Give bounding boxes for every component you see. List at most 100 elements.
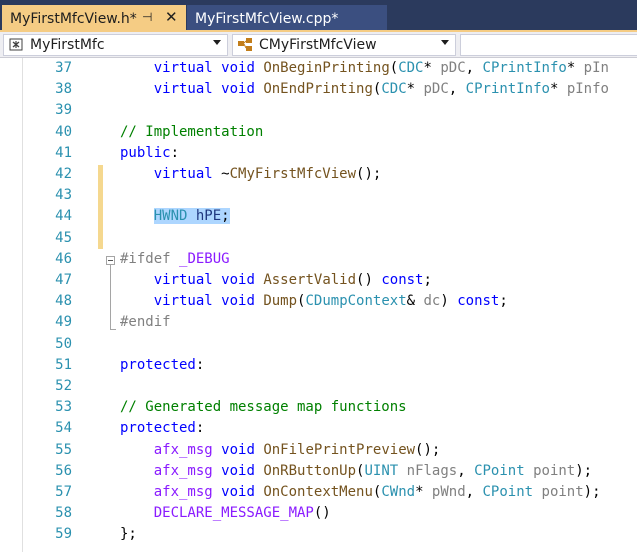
code-line[interactable]: 41 public: [0, 143, 637, 164]
code-token: CPoint [474, 462, 525, 479]
code-text: protected: [120, 355, 204, 376]
code-line[interactable]: 51 protected: [0, 355, 637, 376]
code-token: HWND [153, 208, 188, 225]
code-token: pInfo [566, 81, 609, 98]
project-icon [8, 37, 26, 53]
code-token: CDC [381, 81, 407, 98]
code-line[interactable]: 54 protected: [0, 418, 637, 439]
code-line[interactable]: 58 DECLARE_MESSAGE_MAP() [0, 503, 637, 524]
member-combo[interactable] [460, 34, 637, 56]
class-combo[interactable]: CMyFirstMfcView [232, 34, 456, 56]
line-number: 57 [55, 484, 72, 500]
code-token: void [221, 462, 255, 479]
code-token: virtual [153, 272, 213, 288]
line-number: 42 [55, 166, 72, 182]
class-combo-label: CMyFirstMfcView [259, 37, 377, 53]
code-token: afx_msg [153, 484, 213, 500]
code-token: void [221, 293, 255, 310]
pin-icon[interactable]: ⊣ [142, 10, 152, 24]
code-text: virtual void Dump(CDumpContext& dc) cons… [120, 291, 508, 312]
line-number: 48 [55, 293, 72, 310]
code-token: ; [423, 272, 432, 288]
line-number: 38 [55, 81, 72, 98]
line-number: 46 [55, 250, 72, 267]
line-number: 44 [55, 208, 72, 225]
code-line[interactable]: 55 afx_msg void OnFilePrintPreview(); [0, 440, 637, 461]
code-line[interactable]: 56 afx_msg void OnRButtonUp(UINT nFlags,… [0, 461, 637, 482]
code-text: public: [120, 143, 179, 164]
code-line[interactable]: 47 virtual void AssertValid() const; [0, 270, 637, 291]
code-token: pDC [423, 81, 449, 98]
code-text: virtual void OnBeginPrinting(CDC* pDC, C… [120, 58, 609, 79]
code-token: CWnd [381, 484, 416, 500]
tab-myfirstmfcview-h[interactable]: MyFirstMfcView.h* ⊣ ✕ [2, 5, 186, 32]
code-editor[interactable]: 37 virtual void OnBeginPrinting(CDC* pDC… [0, 58, 637, 552]
tab-myfirstmfcview-cpp[interactable]: MyFirstMfcView.cpp* [187, 5, 387, 32]
code-text: // Implementation [120, 122, 263, 143]
code-token: void [221, 272, 255, 288]
chevron-down-icon[interactable] [441, 40, 449, 45]
code-token: * [549, 81, 567, 98]
code-line[interactable]: 50 [0, 334, 637, 355]
code-line[interactable]: 52 [0, 376, 637, 397]
project-combo[interactable]: MyFirstMfc [3, 34, 228, 56]
code-token: // Generated message map functions [120, 399, 407, 416]
code-token: pDC [440, 60, 466, 76]
code-line[interactable]: 45 [0, 228, 637, 249]
code-line[interactable]: 40 // Implementation [0, 122, 637, 143]
code-token: : [195, 420, 205, 437]
code-token: ; [221, 208, 230, 225]
code-token: ( [389, 60, 399, 76]
code-token: void [221, 81, 255, 98]
code-line[interactable]: 43 [0, 185, 637, 206]
code-line[interactable]: 44 HWND hPE; [0, 206, 637, 227]
code-line[interactable]: 49 #endif [0, 312, 637, 333]
code-token: ); [583, 484, 601, 500]
code-token: void [221, 441, 255, 458]
code-token: OnEndPrinting [263, 81, 373, 98]
code-line[interactable]: 57 afx_msg void OnContextMenu(CWnd* pWnd… [0, 482, 637, 503]
code-line[interactable]: 37 virtual void OnBeginPrinting(CDC* pDC… [0, 58, 637, 79]
code-token: public [120, 144, 171, 161]
close-icon[interactable]: ✕ [165, 8, 178, 26]
code-line[interactable]: 39 [0, 100, 637, 121]
code-token: #ifdef [120, 250, 171, 267]
code-token: OnBeginPrinting [263, 60, 390, 76]
code-text: afx_msg void OnRButtonUp(UINT nFlags, CP… [120, 461, 592, 482]
code-token: CPrintInfo [482, 60, 567, 76]
code-token: DECLARE_MESSAGE_MAP [153, 505, 314, 522]
code-line[interactable]: 42 virtual ~CMyFirstMfcView(); [0, 164, 637, 185]
line-number: 59 [55, 526, 72, 543]
code-token: (); [356, 166, 382, 182]
code-token: point [533, 462, 576, 479]
line-number: 58 [55, 505, 72, 522]
tab-label: MyFirstMfcView.h* [10, 10, 137, 27]
code-token: * [406, 81, 424, 98]
code-line[interactable]: 59}; [0, 524, 637, 545]
code-token: ~ [212, 166, 230, 182]
line-number: 45 [55, 229, 72, 246]
navigation-bar: MyFirstMfc CMyFirstMfcView [0, 32, 637, 58]
code-text: #endif [120, 312, 171, 333]
code-line[interactable]: 38 virtual void OnEndPrinting(CDC* pDC, … [0, 79, 637, 100]
code-line[interactable]: 48 virtual void Dump(CDumpContext& dc) c… [0, 291, 637, 312]
chevron-down-icon[interactable] [213, 40, 221, 45]
code-token: protected [120, 420, 196, 437]
code-line[interactable]: 53 // Generated message map functions [0, 397, 637, 418]
code-token: () [313, 505, 331, 522]
line-number: 53 [55, 399, 72, 416]
code-line[interactable]: 46 #ifdef _DEBUG [0, 249, 637, 270]
code-token: CDC [398, 60, 424, 76]
line-number: 56 [55, 462, 72, 479]
code-token: ); [575, 462, 593, 479]
